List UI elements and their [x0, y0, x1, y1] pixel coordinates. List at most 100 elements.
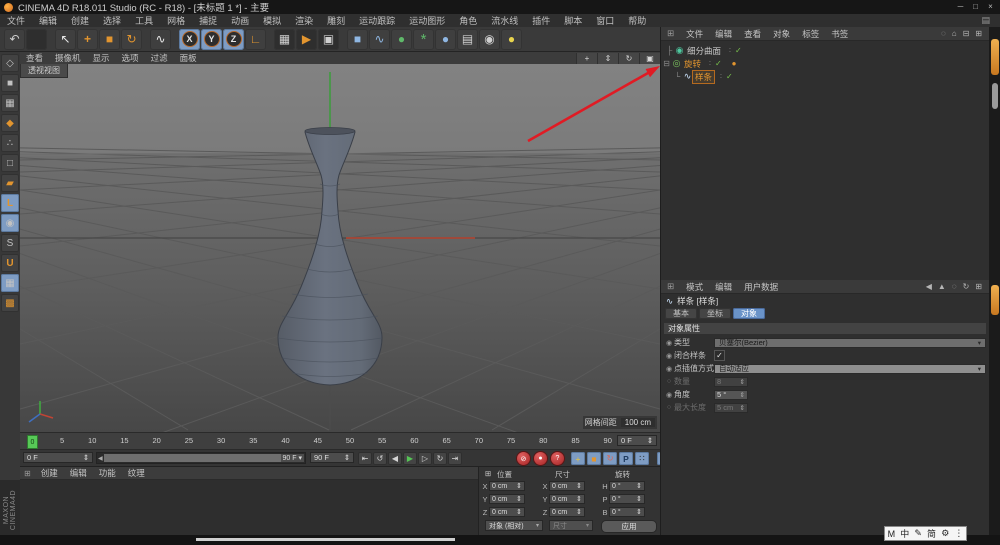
enabled-check-icon[interactable]: ✓: [735, 46, 742, 55]
ime-settings-icon[interactable]: ⚙: [941, 528, 949, 539]
am-panel-icon[interactable]: ⊞: [661, 281, 680, 292]
range-start-field[interactable]: 0 F⇕: [23, 452, 93, 463]
key-rotation-toggle[interactable]: ↻: [603, 452, 617, 465]
panel-menu-icon[interactable]: ⊞: [20, 469, 35, 478]
play-backward-button[interactable]: ↺: [373, 452, 387, 465]
mograph-button[interactable]: *: [413, 29, 434, 50]
interpolation-dropdown[interactable]: 自动适应▾: [714, 364, 986, 374]
menu-animate[interactable]: 动画: [224, 14, 256, 27]
timeline-ruler[interactable]: 0 51015 202530 354045 505560 657075 8085…: [20, 432, 660, 450]
undo-button[interactable]: ↶: [4, 29, 25, 50]
size-y-field[interactable]: 0 cm⇕: [549, 494, 585, 504]
spinner-icon[interactable]: ⇕: [647, 436, 653, 445]
object-name-selected[interactable]: 样条: [693, 71, 714, 83]
spline-pen-button[interactable]: ∿: [369, 29, 390, 50]
tab-coordinates[interactable]: 坐标: [699, 308, 731, 319]
visibility-dots-icon[interactable]: :: [709, 60, 712, 67]
object-row-spline[interactable]: └ ∿ 样条 : ✓: [673, 70, 733, 83]
viewport-canvas[interactable]: 网格间距 100 cm: [20, 64, 660, 432]
keyframe-selection-button[interactable]: ?: [551, 452, 564, 465]
add-cube-button[interactable]: ■: [347, 29, 368, 50]
goto-start-button[interactable]: ⇤: [358, 452, 372, 465]
points-mode-button[interactable]: ∴: [1, 134, 19, 152]
z-axis-button[interactable]: Z: [223, 29, 244, 50]
edges-mode-button[interactable]: □: [1, 154, 19, 172]
menu-script[interactable]: 脚本: [557, 14, 589, 27]
ime-more-icon[interactable]: ⋮: [954, 528, 963, 539]
om-home-icon[interactable]: ⌂: [949, 29, 960, 38]
am-menu-edit[interactable]: 编辑: [709, 281, 738, 293]
record-button[interactable]: ⊘: [517, 452, 530, 465]
range-end-field[interactable]: 90 F⇕: [310, 452, 354, 463]
visibility-dots-icon[interactable]: :: [720, 73, 723, 80]
tag-dot-icon[interactable]: ●: [732, 59, 737, 68]
om-menu-object[interactable]: 对象: [767, 28, 796, 40]
scale-button[interactable]: ■: [99, 29, 120, 50]
keyframe-dot-icon[interactable]: ◉: [664, 391, 674, 399]
timeline-playhead[interactable]: 0: [27, 435, 38, 449]
coord-size-mode-dropdown[interactable]: 尺寸▾: [549, 520, 593, 531]
menu-render[interactable]: 渲染: [288, 14, 320, 27]
size-z-field[interactable]: 0 cm⇕: [549, 507, 585, 517]
current-frame-field[interactable]: 0 F⇕: [617, 435, 657, 446]
workplane-mode-button[interactable]: ◆: [1, 114, 19, 132]
key-pla-toggle[interactable]: ∷: [635, 452, 649, 465]
rot-h-field[interactable]: 0 °⇕: [609, 481, 645, 491]
menu-mograph[interactable]: 运动图形: [402, 14, 452, 27]
layout-tab-handle[interactable]: [991, 39, 999, 75]
layout-tab-handle-2[interactable]: [991, 285, 999, 315]
am-expand-icon[interactable]: ⊞: [972, 282, 985, 291]
mat-menu-function[interactable]: 功能: [93, 467, 122, 479]
x-axis-button[interactable]: X: [179, 29, 200, 50]
menu-sculpt[interactable]: 雕刻: [320, 14, 352, 27]
coord-mode-dropdown[interactable]: 对象 (相对)▾: [485, 520, 543, 531]
menu-create[interactable]: 创建: [64, 14, 96, 27]
volume-button[interactable]: ●: [435, 29, 456, 50]
menu-snap[interactable]: 捕捉: [192, 14, 224, 27]
mat-menu-edit[interactable]: 编辑: [64, 467, 93, 479]
om-menu-file[interactable]: 文件: [680, 28, 709, 40]
pan-view-icon[interactable]: +: [576, 53, 597, 64]
type-dropdown[interactable]: 贝塞尔(Bezier)▾: [714, 338, 986, 348]
am-up-icon[interactable]: ▲: [935, 282, 949, 291]
key-scale-toggle[interactable]: ■: [587, 452, 601, 465]
am-menu-mode[interactable]: 模式: [680, 281, 709, 293]
make-editable-button[interactable]: ◇: [1, 54, 19, 72]
goto-end-button[interactable]: ⇥: [448, 452, 462, 465]
menu-select[interactable]: 选择: [96, 14, 128, 27]
object-properties-section[interactable]: 对象属性: [664, 323, 986, 334]
menu-motion-tracker[interactable]: 运动跟踪: [352, 14, 402, 27]
om-expand-icon[interactable]: ⊞: [972, 29, 985, 38]
menu-edit[interactable]: 编辑: [32, 14, 64, 27]
om-menu-view[interactable]: 查看: [738, 28, 767, 40]
keyframe-dot-icon[interactable]: ◉: [664, 339, 674, 347]
magnet-snap-button[interactable]: U: [1, 254, 19, 272]
live-selection-button[interactable]: ↖: [55, 29, 76, 50]
angle-stepper[interactable]: 5 °⇕: [714, 390, 748, 400]
close-spline-checkbox[interactable]: ✓: [714, 350, 725, 361]
om-menu-tags[interactable]: 标签: [796, 28, 825, 40]
menu-character[interactable]: 角色: [452, 14, 484, 27]
light-button[interactable]: ●: [501, 29, 522, 50]
object-row-lathe[interactable]: ⊟ ◎ 旋转 : ✓ ●: [662, 57, 737, 70]
key-parameter-toggle[interactable]: P: [619, 452, 633, 465]
enabled-check-icon[interactable]: ✓: [726, 72, 733, 81]
range-slider-bar[interactable]: 90 F ▾: [104, 454, 304, 462]
am-refresh-icon[interactable]: ↻: [960, 282, 973, 291]
prev-frame-button[interactable]: ◀: [388, 452, 402, 465]
om-search-icon[interactable]: ◌: [938, 29, 949, 38]
apply-button[interactable]: 应用: [601, 520, 657, 533]
am-back-icon[interactable]: ◀: [923, 282, 935, 291]
keyframe-dot-icon[interactable]: ◉: [664, 365, 674, 373]
size-x-field[interactable]: 0 cm⇕: [549, 481, 585, 491]
am-menu-userdata[interactable]: 用户数据: [738, 281, 784, 293]
ime-toolbar[interactable]: M 中 ✎ 简 ⚙ ⋮: [884, 526, 967, 541]
next-frame-button[interactable]: ▷: [418, 452, 432, 465]
play-button[interactable]: ▶: [403, 452, 417, 465]
locked-workplane-button[interactable]: ▩: [1, 294, 19, 312]
tab-object[interactable]: 对象: [733, 308, 765, 319]
object-row-subdivision[interactable]: ├ ◉ 细分曲面 : ✓: [665, 44, 742, 57]
mat-menu-create[interactable]: 创建: [35, 467, 64, 479]
menu-mesh[interactable]: 网格: [160, 14, 192, 27]
zoom-view-icon[interactable]: ⇕: [597, 53, 618, 64]
